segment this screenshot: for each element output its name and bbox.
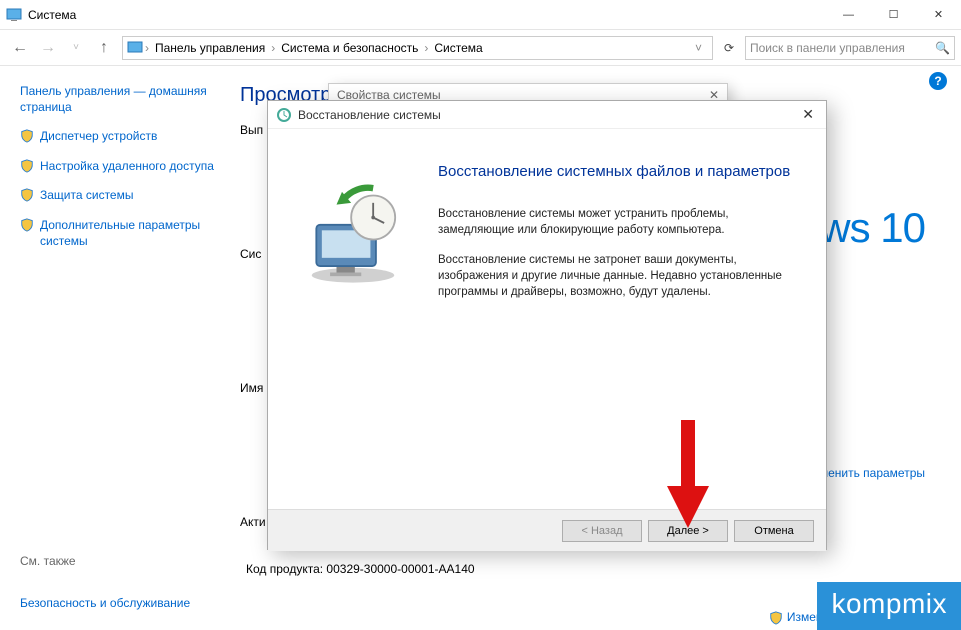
help-icon[interactable]: ? xyxy=(929,72,947,90)
sidebar-item-label: Защита системы xyxy=(40,188,133,204)
sidebar-advanced[interactable]: Дополнительные параметры системы xyxy=(20,218,222,249)
search-input[interactable]: Поиск в панели управления 🔍 xyxy=(745,36,955,60)
dialog-title: Восстановление системы xyxy=(298,108,441,122)
refresh-button[interactable]: ⟳ xyxy=(717,36,741,60)
product-key-row: Код продукта: 00329-30000-00001-AA140 xyxy=(246,562,475,576)
watermark: kompmix xyxy=(817,582,961,630)
monitor-icon xyxy=(127,40,143,56)
see-also-label: См. также xyxy=(20,554,76,568)
shield-icon xyxy=(20,159,34,173)
dialog-content: Восстановление системных файлов и параме… xyxy=(438,129,826,509)
dialog-paragraph-1: Восстановление системы может устранить п… xyxy=(438,206,796,238)
dialog-button-row: < Назад Далее > Отмена xyxy=(268,509,826,551)
link-label: Безопасность и обслуживание xyxy=(20,596,190,610)
shield-icon xyxy=(20,188,34,202)
sidebar-item-label: Настройка удаленного доступа xyxy=(40,159,214,175)
forward-button[interactable]: → xyxy=(34,34,62,62)
product-key-label: Код продукта: xyxy=(246,562,323,576)
maximize-button[interactable]: ☐ xyxy=(871,0,916,30)
shield-icon xyxy=(20,129,34,143)
dialog-body: Восстановление системных файлов и параме… xyxy=(268,129,826,509)
dialog-titlebar: Восстановление системы ✕ xyxy=(268,101,826,129)
crumb-sep-icon: › xyxy=(269,41,277,55)
close-button[interactable]: ✕ xyxy=(916,0,961,30)
crumb-sep-icon: › xyxy=(143,41,151,55)
breadcrumb-1[interactable]: Панель управления xyxy=(151,41,269,55)
dialog-image-panel xyxy=(268,129,438,509)
shield-icon xyxy=(769,611,783,625)
search-placeholder: Поиск в панели управления xyxy=(750,41,905,55)
sidebar-remote-access[interactable]: Настройка удаленного доступа xyxy=(20,159,222,175)
crumb-sep-icon: › xyxy=(422,41,430,55)
back-button[interactable]: ← xyxy=(6,34,34,62)
navbar: ← → ˅ ↑ › Панель управления › Система и … xyxy=(0,30,961,66)
search-icon: 🔍 xyxy=(935,41,950,55)
breadcrumb-3[interactable]: Система xyxy=(430,41,486,55)
dialog-paragraph-2: Восстановление системы не затронет ваши … xyxy=(438,252,796,300)
restore-icon xyxy=(276,107,292,123)
system-icon xyxy=(6,7,22,23)
window-controls: — ☐ ✕ xyxy=(826,0,961,30)
breadcrumb-2[interactable]: Система и безопасность xyxy=(277,41,422,55)
sidebar-home[interactable]: Панель управления — домашняя страница xyxy=(20,84,222,115)
next-button[interactable]: Далее > xyxy=(648,520,728,542)
sidebar-device-manager[interactable]: Диспетчер устройств xyxy=(20,129,222,145)
window-title: Система xyxy=(28,8,76,22)
product-key-value: 00329-30000-00001-AA140 xyxy=(326,562,474,576)
sidebar-system-protection[interactable]: Защита системы xyxy=(20,188,222,204)
sidebar-item-label: Дополнительные параметры системы xyxy=(40,218,222,249)
restore-illustration xyxy=(298,179,408,289)
cancel-button[interactable]: Отмена xyxy=(734,520,814,542)
minimize-button[interactable]: — xyxy=(826,0,871,30)
sidebar-item-label: Диспетчер устройств xyxy=(40,129,157,145)
shield-icon xyxy=(20,218,34,232)
sidebar: Панель управления — домашняя страница Ди… xyxy=(0,66,230,630)
dialog-heading: Восстановление системных файлов и параме… xyxy=(438,163,796,180)
address-dropdown-icon[interactable]: ˅ xyxy=(689,41,708,55)
recent-dropdown[interactable]: ˅ xyxy=(62,34,90,62)
close-icon[interactable]: ✕ xyxy=(798,106,818,123)
system-restore-dialog: Восстановление системы ✕ Восстановление … xyxy=(267,100,827,550)
sidebar-security-link[interactable]: Безопасность и обслуживание xyxy=(20,596,190,610)
address-bar[interactable]: › Панель управления › Система и безопасн… xyxy=(122,36,713,60)
up-button[interactable]: ↑ xyxy=(90,34,118,62)
back-button: < Назад xyxy=(562,520,642,542)
window-titlebar: Система — ☐ ✕ xyxy=(0,0,961,30)
